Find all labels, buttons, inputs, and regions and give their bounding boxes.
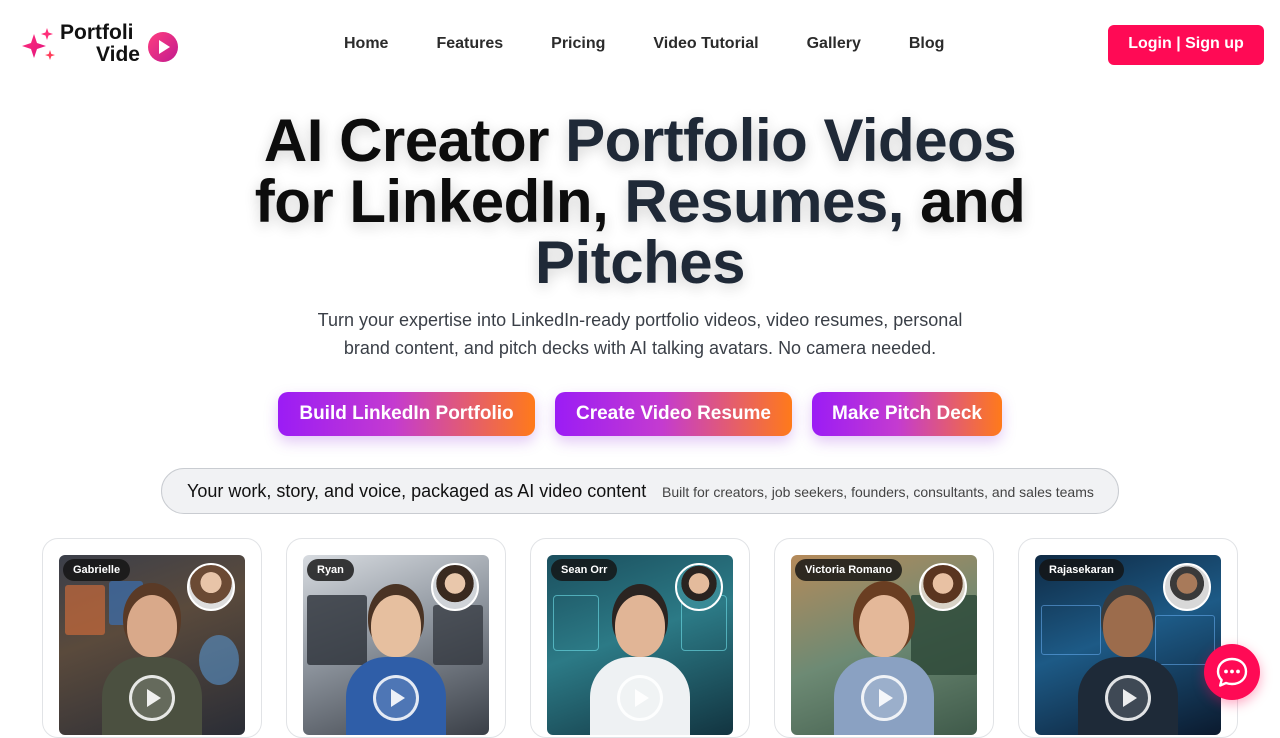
avatar-card[interactable]: Victoria Romano — [774, 538, 994, 738]
hero-title-part-4: Resumes, — [624, 168, 904, 235]
avatar-name-tag: Rajasekaran — [1039, 559, 1124, 581]
avatar-card[interactable]: Ryan — [286, 538, 506, 738]
nav-home[interactable]: Home — [344, 34, 388, 54]
avatar-thumbnail — [431, 563, 479, 611]
avatar-card[interactable]: Sean Orr — [530, 538, 750, 738]
brand-line-2: Vide — [96, 43, 140, 66]
hero-title-part-6: Pitches — [535, 229, 745, 296]
tagline-sub: Built for creators, job seekers, founder… — [662, 484, 1094, 500]
hero-subtitle: Turn your expertise into LinkedIn-ready … — [317, 310, 963, 358]
brand-line-1: Portfoli — [60, 21, 134, 44]
video-thumbnail[interactable]: Gabrielle — [59, 555, 245, 735]
build-linkedin-portfolio-button[interactable]: Build LinkedIn Portfolio — [278, 392, 535, 436]
hero-title-part-5: and — [903, 168, 1026, 235]
nav-features[interactable]: Features — [436, 34, 503, 54]
nav-gallery[interactable]: Gallery — [807, 34, 861, 54]
create-video-resume-button[interactable]: Create Video Resume — [555, 392, 792, 436]
avatar-thumbnail — [919, 563, 967, 611]
avatar-thumbnail — [675, 563, 723, 611]
tagline-pill: Your work, story, and voice, packaged as… — [161, 468, 1119, 514]
sparkle-icon — [22, 28, 55, 60]
login-signup-button[interactable]: Login | Sign up — [1108, 25, 1264, 65]
avatar-name-tag: Sean Orr — [551, 559, 618, 581]
play-icon[interactable] — [861, 675, 907, 721]
avatar-thumbnail — [187, 563, 235, 611]
video-thumbnail[interactable]: Sean Orr — [547, 555, 733, 735]
avatar-thumbnail — [1163, 563, 1211, 611]
play-icon[interactable] — [617, 675, 663, 721]
chat-widget-button[interactable] — [1204, 644, 1260, 700]
hero-title: AI Creator Portfolio Videos for LinkedIn… — [200, 110, 1080, 293]
brand-logo[interactable]: Portfoli Vide — [22, 20, 182, 76]
nav-pricing[interactable]: Pricing — [551, 34, 605, 54]
make-pitch-deck-button[interactable]: Make Pitch Deck — [812, 392, 1002, 436]
hero-title-part-2: Portfolio Videos — [565, 107, 1017, 174]
nav-video-tutorial[interactable]: Video Tutorial — [653, 34, 758, 54]
top-navigation: Portfoli Vide Home Features Pricing Vide… — [0, 0, 1280, 88]
avatar-name-tag: Gabrielle — [63, 559, 131, 581]
hero-title-part-3: for LinkedIn, — [254, 168, 625, 235]
cta-group: Build LinkedIn Portfolio Create Video Re… — [278, 392, 1002, 436]
avatar-name-tag: Victoria Romano — [795, 559, 903, 581]
tagline-main: Your work, story, and voice, packaged as… — [187, 481, 647, 501]
avatar-gallery: Gabrielle Ryan Sean Orr Victoria Romano … — [42, 538, 1242, 738]
avatar-card[interactable]: Gabrielle — [42, 538, 262, 738]
play-icon[interactable] — [1105, 675, 1151, 721]
brand-wordmark: Portfoli Vide — [60, 22, 140, 66]
chat-bubble-icon — [1216, 657, 1248, 687]
avatar-card[interactable]: Rajasekaran — [1018, 538, 1238, 738]
play-icon — [148, 32, 178, 62]
nav-blog[interactable]: Blog — [909, 34, 945, 54]
video-thumbnail[interactable]: Ryan — [303, 555, 489, 735]
hero-title-part-1: AI Creator — [263, 107, 566, 174]
video-thumbnail[interactable]: Rajasekaran — [1035, 555, 1221, 735]
play-icon[interactable] — [373, 675, 419, 721]
play-icon[interactable] — [129, 675, 175, 721]
video-thumbnail[interactable]: Victoria Romano — [791, 555, 977, 735]
main-menu: Home Features Pricing Video Tutorial Gal… — [344, 34, 944, 54]
avatar-name-tag: Ryan — [307, 559, 354, 581]
